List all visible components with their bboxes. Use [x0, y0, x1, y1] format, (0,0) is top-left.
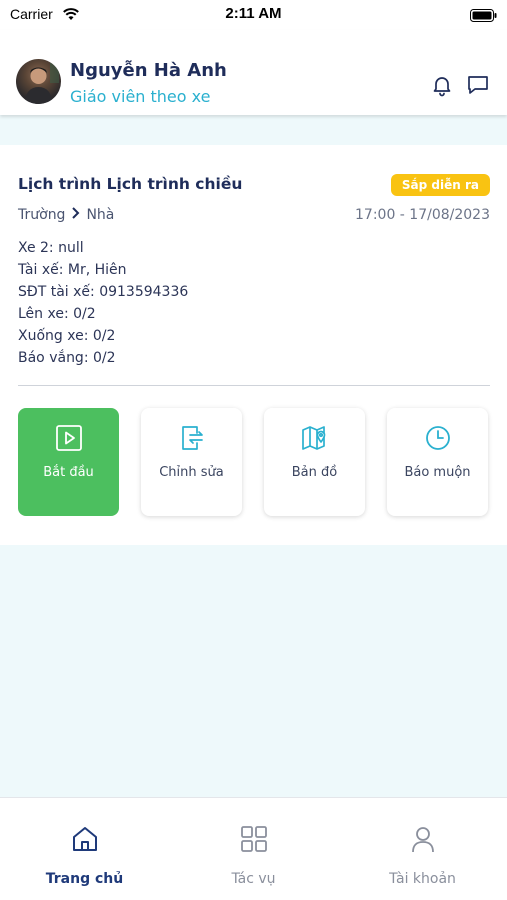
- divider: [18, 385, 490, 386]
- tab-tasks-label: Tác vụ: [231, 871, 276, 887]
- edit-button[interactable]: Chỉnh sửa: [141, 408, 242, 516]
- alighting-count: Xuống xe: 0/2: [18, 328, 116, 344]
- grid-icon: [239, 824, 269, 854]
- action-buttons: Bắt đầu Chỉnh sửa Bản đồ Báo muộn: [18, 408, 490, 516]
- edit-transfer-icon: [178, 424, 206, 452]
- late-report-button[interactable]: Báo muộn: [387, 408, 488, 516]
- vehicle-info: Xe 2: null: [18, 240, 84, 256]
- start-button-label: Bắt đầu: [43, 465, 94, 480]
- play-icon: [55, 424, 83, 452]
- chevron-right-icon: [71, 207, 80, 223]
- route-to: Nhà: [86, 207, 115, 223]
- boarding-count: Lên xe: 0/2: [18, 306, 96, 322]
- chat-icon[interactable]: [466, 73, 490, 97]
- home-icon: [70, 824, 100, 854]
- bottom-tab-bar: Trang chủ Tác vụ Tài khoản: [0, 797, 507, 900]
- driver-phone: SĐT tài xế: 0913594336: [18, 284, 189, 300]
- avatar[interactable]: [16, 59, 61, 104]
- absence-count: Báo vắng: 0/2: [18, 350, 116, 366]
- status-badge: Sắp diễn ra: [390, 174, 490, 196]
- driver-info: Tài xế: Mr, Hiên: [18, 262, 127, 278]
- clock-icon: [424, 424, 452, 452]
- schedule-title: Lịch trình Lịch trình chiều: [18, 175, 243, 193]
- map-button-label: Bản đồ: [291, 465, 338, 480]
- schedule-info-list: Xe 2: null Tài xế: Mr, Hiên SĐT tài xế: …: [18, 237, 188, 369]
- route: Trường Nhà: [18, 207, 114, 223]
- user-icon: [408, 824, 438, 854]
- bell-icon[interactable]: [430, 73, 454, 97]
- battery-icon: [470, 7, 497, 26]
- tab-tasks[interactable]: Tác vụ: [169, 798, 338, 900]
- status-time: 2:11 AM: [225, 5, 282, 22]
- route-from: Trường: [18, 207, 66, 223]
- late-report-button-label: Báo muộn: [404, 465, 471, 480]
- start-button[interactable]: Bắt đầu: [18, 408, 119, 516]
- map-icon: [301, 424, 329, 452]
- tab-home-label: Trang chủ: [45, 871, 124, 887]
- schedule-datetime: 17:00 - 17/08/2023: [355, 207, 490, 223]
- user-role: Giáo viên theo xe: [70, 87, 211, 106]
- tab-account[interactable]: Tài khoản: [338, 798, 507, 900]
- schedule-card[interactable]: Lịch trình Lịch trình chiều Sắp diễn ra …: [0, 145, 507, 545]
- status-bar: Carrier 2:11 AM: [0, 0, 507, 30]
- tab-account-label: Tài khoản: [389, 871, 456, 887]
- edit-button-label: Chỉnh sửa: [159, 465, 224, 480]
- tab-home[interactable]: Trang chủ: [0, 798, 169, 900]
- app-header: Nguyễn Hà Anh Giáo viên theo xe: [0, 30, 507, 115]
- map-button[interactable]: Bản đồ: [264, 408, 365, 516]
- user-name: Nguyễn Hà Anh: [70, 60, 227, 81]
